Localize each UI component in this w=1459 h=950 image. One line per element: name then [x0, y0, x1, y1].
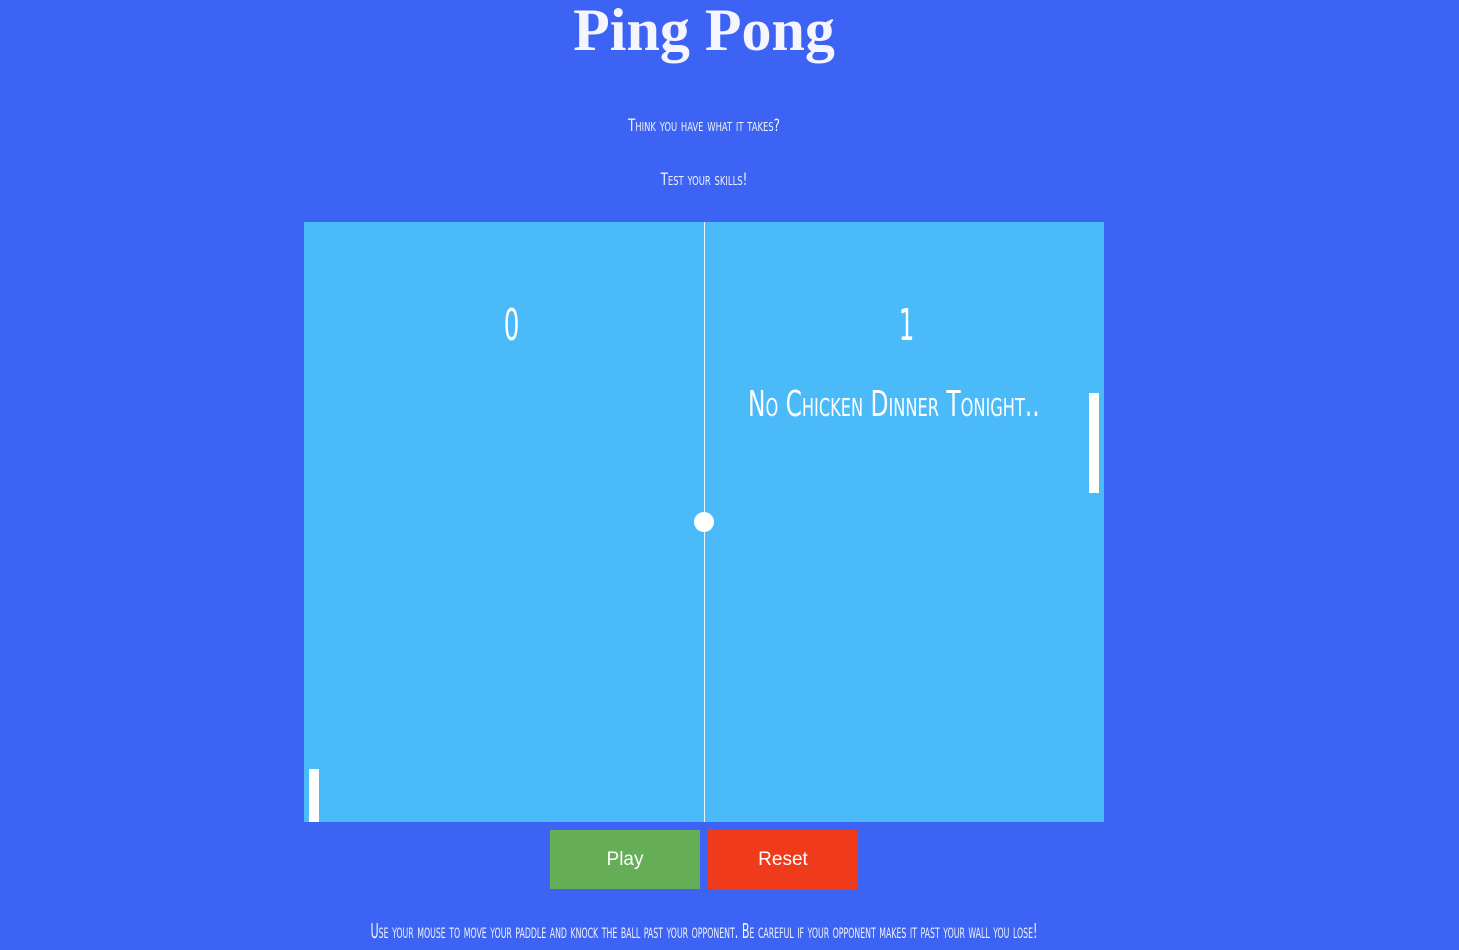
instructions-text: Use your mouse to move your paddle and k…	[370, 919, 1038, 943]
ball	[694, 512, 714, 532]
opponent-paddle	[1089, 393, 1099, 493]
tagline-question: Think you have what it takes?	[627, 116, 781, 136]
tagline-challenge: Test your skills!	[660, 170, 748, 190]
opponent-score: 1	[898, 300, 915, 351]
reset-button[interactable]: Reset	[708, 830, 858, 889]
player-score: 0	[503, 300, 520, 351]
page-title: Ping Pong	[573, 0, 835, 63]
game-status-message: No Chicken Dinner Tonight..	[748, 384, 1040, 425]
play-button[interactable]: Play	[550, 830, 700, 889]
player-paddle[interactable]	[309, 769, 319, 822]
game-court[interactable]: 0 1 No Chicken Dinner Tonight..	[304, 222, 1104, 822]
